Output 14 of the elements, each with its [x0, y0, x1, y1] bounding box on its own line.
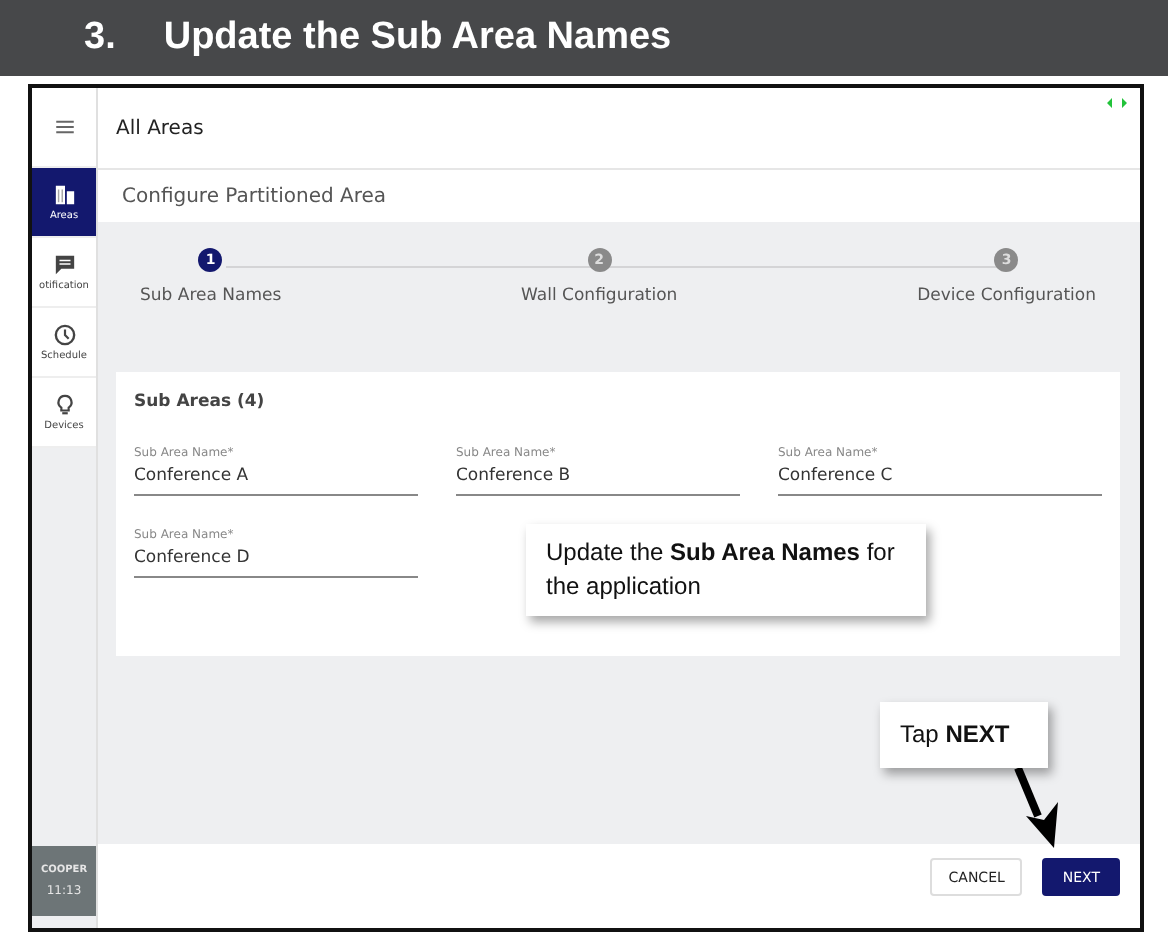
banner-title: Update the Sub Area Names	[163, 16, 672, 60]
section-title: Configure Partitioned Area	[122, 185, 387, 207]
page-title: All Areas	[116, 117, 204, 139]
step-label: Wall Configuration	[521, 286, 678, 306]
step-label: Device Configuration	[917, 286, 1096, 306]
lightbulb-icon	[53, 393, 75, 415]
card-title: Sub Areas (4)	[134, 392, 267, 412]
menu-icon[interactable]	[55, 120, 73, 134]
step-label: Sub Area Names	[140, 286, 282, 306]
chat-icon	[53, 253, 75, 275]
callout: Update the Sub Area Names for the application	[526, 524, 926, 616]
clock-icon	[53, 323, 75, 345]
buildings-icon	[53, 183, 75, 205]
step-number: 3.	[84, 16, 116, 60]
